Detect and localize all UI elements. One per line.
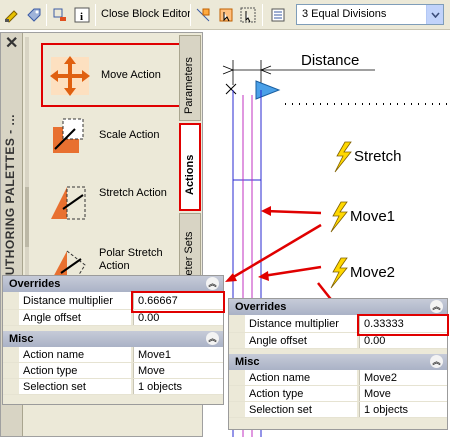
tag-icon[interactable] [24, 5, 44, 25]
swap-icon[interactable] [50, 5, 70, 25]
overrides-section-header[interactable]: Overrides ︽ [229, 299, 447, 315]
move2-action-label[interactable]: Move2 [350, 264, 395, 281]
toolbar: i Close Block Editor 3 Equal Divisions [0, 0, 450, 30]
highlight-box [131, 291, 225, 313]
info-icon[interactable]: i [72, 5, 92, 25]
stretch-icon [45, 179, 91, 225]
visibility-state-select[interactable]: 3 Equal Divisions [296, 4, 444, 25]
parameter-icon[interactable] [193, 5, 213, 25]
scale-action-label: Scale Action [99, 129, 160, 141]
property-row: Action name Move1 [3, 347, 223, 363]
action-type-value[interactable]: Move [133, 363, 223, 378]
property-row: Selection set 1 objects [3, 379, 223, 395]
collapse-icon[interactable]: ︽ [430, 355, 443, 368]
stretch-action-label[interactable]: Stretch [354, 148, 402, 165]
collapse-icon[interactable]: ︽ [206, 332, 219, 345]
properties-panel-move1: Overrides ︽ Distance multiplier 0.66667 … [2, 275, 225, 405]
action-name-value[interactable]: Move1 [133, 347, 223, 362]
selection-set-value[interactable]: 1 objects [359, 402, 447, 417]
tab-actions[interactable]: Actions [179, 123, 201, 211]
overrides-section-header[interactable]: Overrides ︽ [3, 276, 223, 292]
move-action-tool[interactable]: Move Action [41, 43, 181, 107]
misc-section-header[interactable]: Misc ︽ [3, 331, 223, 347]
move-action-label: Move Action [101, 69, 161, 81]
property-row: Selection set 1 objects [229, 402, 447, 418]
misc-section-header[interactable]: Misc ︽ [229, 354, 447, 370]
property-row: Action name Move2 [229, 370, 447, 386]
move-arrows-icon [47, 53, 93, 99]
close-block-editor-button[interactable]: Close Block Editor [101, 8, 191, 20]
visibility-icon[interactable] [268, 5, 288, 25]
property-row: Action type Move [229, 386, 447, 402]
selection-set-value[interactable]: 1 objects [133, 379, 223, 394]
collapse-icon[interactable]: ︽ [206, 277, 219, 290]
action-icon[interactable] [216, 5, 236, 25]
distance-label: Distance [301, 52, 360, 69]
block-editor-icon[interactable] [2, 5, 22, 25]
action-type-value[interactable]: Move [359, 386, 447, 401]
svg-text:i: i [80, 11, 83, 23]
stretch-action-tool[interactable]: Stretch Action [41, 171, 181, 235]
polar-stretch-action-label: Polar Stretch Action [99, 247, 163, 272]
collapse-icon[interactable]: ︽ [430, 300, 443, 313]
scale-action-tool[interactable]: Scale Action [41, 105, 181, 169]
property-row: Action type Move [3, 363, 223, 379]
move1-action-label[interactable]: Move1 [350, 208, 395, 225]
visibility-state-value: 3 Equal Divisions [302, 8, 387, 20]
select-icon[interactable] [238, 5, 258, 25]
properties-panel-move2: Overrides ︽ Distance multiplier 0.33333 … [228, 298, 449, 430]
scale-icon [45, 113, 91, 159]
highlight-box [357, 314, 449, 336]
tab-parameters[interactable]: Parameters [179, 35, 201, 121]
action-name-value[interactable]: Move2 [359, 370, 447, 385]
chevron-down-icon[interactable] [426, 5, 443, 24]
stretch-action-label: Stretch Action [99, 187, 167, 199]
